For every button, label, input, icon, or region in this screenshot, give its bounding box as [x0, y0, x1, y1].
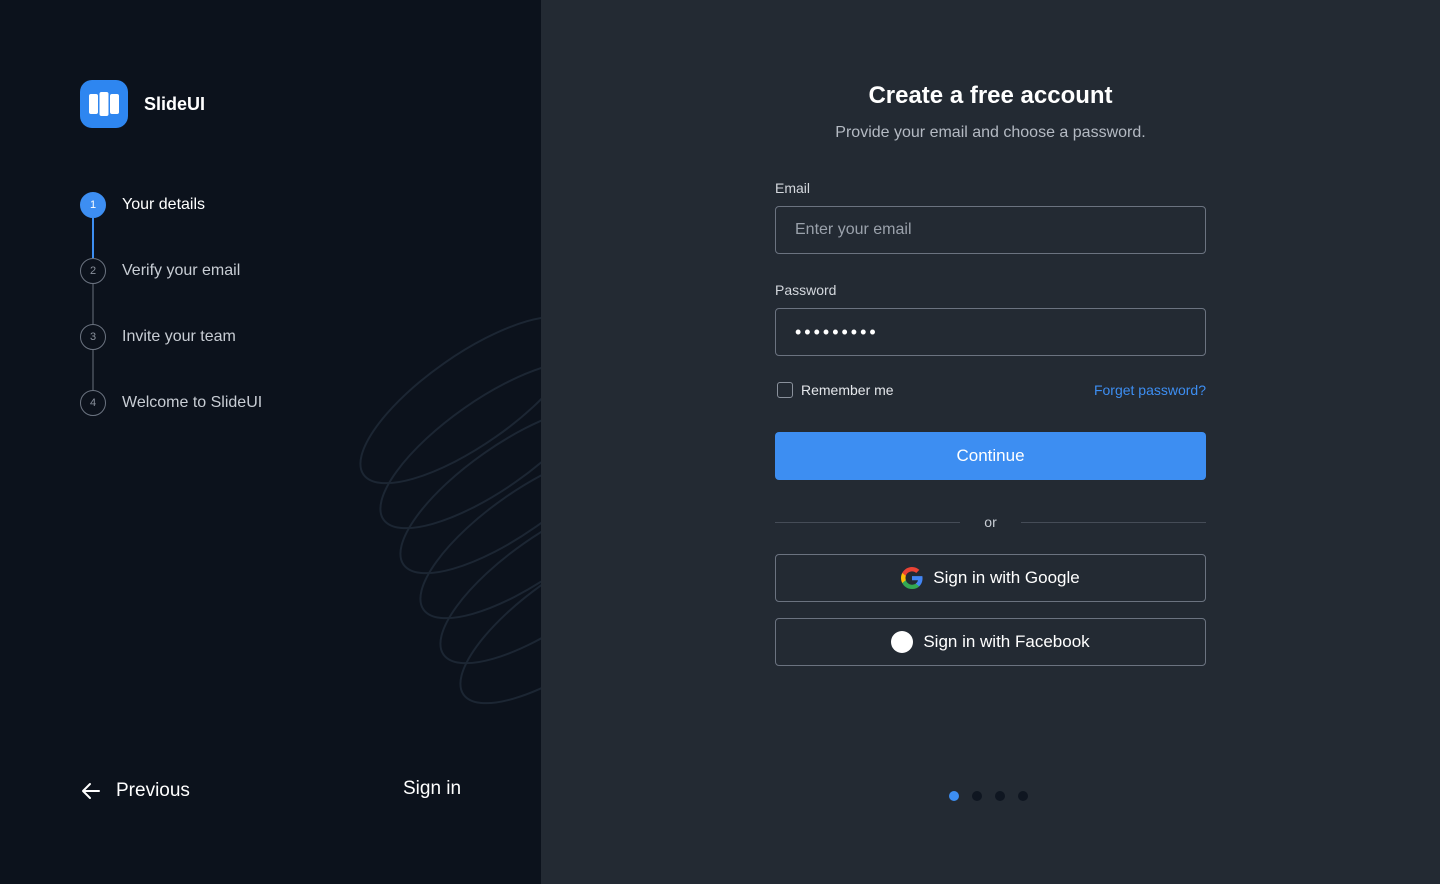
- arrow-left-icon: [82, 783, 100, 799]
- brand-name: SlideUI: [144, 93, 206, 114]
- facebook-signin-label: Sign in with Facebook: [923, 632, 1090, 651]
- step-welcome[interactable]: 4 Welcome to SlideUI: [80, 390, 262, 456]
- main-panel: Create a free account Provide your email…: [541, 0, 1440, 884]
- divider-text: or: [984, 514, 997, 530]
- forgot-password-link[interactable]: Forget password?: [1094, 382, 1206, 398]
- signup-form: Email Password ••••••••• Remember me For…: [775, 178, 1207, 666]
- google-signin-button[interactable]: Sign in with Google: [775, 554, 1206, 602]
- remember-me[interactable]: Remember me: [775, 382, 894, 398]
- previous-label: Previous: [116, 780, 190, 801]
- google-signin-label: Sign in with Google: [933, 568, 1080, 587]
- google-g-icon: [901, 567, 923, 589]
- step-label: Invite your team: [122, 328, 236, 345]
- step-connector: [92, 218, 94, 258]
- step-number: 2: [80, 258, 106, 284]
- step-your-details[interactable]: 1 Your details: [80, 192, 262, 258]
- step-number: 3: [80, 324, 106, 350]
- divider-line: [775, 521, 961, 523]
- continue-button[interactable]: Continue: [775, 432, 1206, 480]
- step-invite-team[interactable]: 3 Invite your team: [80, 324, 262, 390]
- step-label: Welcome to SlideUI: [122, 394, 263, 411]
- pagination-dots: [949, 791, 1041, 801]
- password-field[interactable]: •••••••••: [775, 308, 1206, 356]
- email-label: Email: [775, 180, 811, 196]
- email-field[interactable]: [775, 206, 1206, 254]
- brand[interactable]: SlideUI: [80, 80, 205, 128]
- form-options-row: Remember me Forget password?: [775, 380, 1206, 400]
- step-label: Your details: [122, 196, 206, 213]
- pagination-dot-4[interactable]: [1018, 791, 1028, 801]
- book-open-icon: [80, 80, 128, 128]
- previous-button[interactable]: Previous: [80, 776, 190, 806]
- facebook-signin-button[interactable]: Sign in with Facebook: [775, 618, 1206, 666]
- step-number: 4: [80, 390, 106, 416]
- step-connector: [92, 350, 94, 390]
- divider-line: [1020, 521, 1207, 523]
- password-label: Password: [775, 282, 837, 298]
- pagination-dot-2[interactable]: [972, 791, 982, 801]
- sign-in-link[interactable]: Sign in: [403, 778, 461, 800]
- or-divider: or: [775, 512, 1207, 532]
- step-verify-email[interactable]: 2 Verify your email: [80, 258, 262, 324]
- stepper: 1 Your details 2 Verify your email 3 Inv…: [80, 192, 262, 456]
- step-connector: [92, 284, 94, 324]
- page-title: Create a free account: [868, 82, 1113, 109]
- remember-label: Remember me: [801, 382, 894, 398]
- remember-checkbox[interactable]: [777, 382, 793, 398]
- pagination-dot-1[interactable]: [949, 791, 959, 801]
- left-panel: SlideUI 1 Your details 2 Verify your ema…: [0, 0, 541, 884]
- facebook-circle-icon: [891, 631, 914, 653]
- page-subtitle: Provide your email and choose a password…: [835, 124, 1146, 141]
- step-label: Verify your email: [122, 262, 241, 279]
- step-number: 1: [80, 192, 106, 218]
- pagination-dot-3[interactable]: [995, 791, 1005, 801]
